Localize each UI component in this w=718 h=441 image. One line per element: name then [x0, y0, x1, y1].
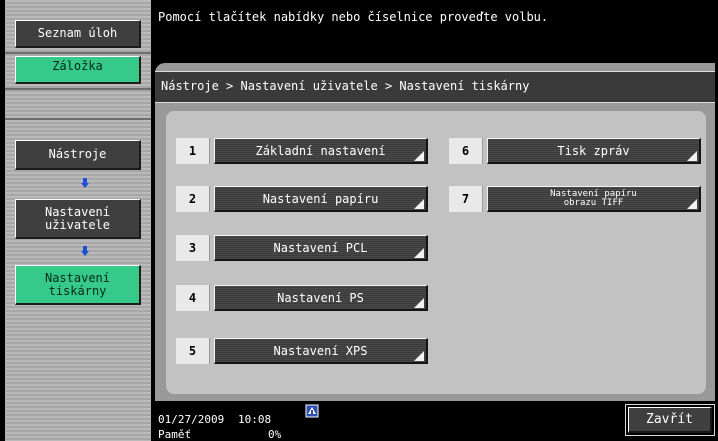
- menu-item-label: Tisk zpráv: [557, 143, 630, 158]
- tiff-paper-settings-button[interactable]: Nastavení papíru obrazu TIFF: [487, 186, 701, 212]
- print-reports-button[interactable]: Tisk zpráv: [487, 138, 701, 164]
- memory-label: Paměť: [158, 428, 192, 441]
- network-status-icon: [305, 404, 319, 418]
- menu-item-number: 2: [176, 186, 210, 212]
- job-list-button[interactable]: Seznam úloh: [15, 20, 141, 48]
- menu-item-number: 5: [176, 338, 210, 364]
- sidebar-divider: [5, 52, 151, 54]
- menu-item-number: 7: [449, 186, 483, 212]
- menu-item-label: Nastavení XPS: [273, 343, 368, 358]
- menu-item-number: 4: [176, 285, 210, 311]
- basic-settings-button[interactable]: Základní nastavení: [214, 138, 428, 164]
- corner-mark-icon: [687, 151, 697, 161]
- sidebar-divider: [5, 118, 151, 120]
- menu-item-label: Nastavení PCL: [273, 240, 368, 255]
- menu-item-label: Nastavení papíru: [262, 191, 379, 206]
- corner-mark-icon: [414, 351, 424, 361]
- step-printer-settings-button[interactable]: Nastavení tiskárny: [15, 265, 141, 305]
- instruction-message: Pomocí tlačítek nabídky nebo číselnice p…: [158, 10, 549, 24]
- footer-date: 01/27/2009: [158, 413, 225, 426]
- pcl-settings-button[interactable]: Nastavení PCL: [214, 235, 428, 261]
- breadcrumb-bar: Nástroje > Nastavení uživatele > Nastave…: [155, 71, 715, 103]
- step-user-settings-button[interactable]: Nastavení uživatele: [15, 199, 141, 239]
- paper-settings-button[interactable]: Nastavení papíru: [214, 186, 428, 212]
- corner-mark-icon: [414, 151, 424, 161]
- menu-item-label: Nastavení PS: [277, 290, 364, 305]
- corner-mark-icon: [414, 199, 424, 209]
- close-button[interactable]: Zavřít: [625, 404, 715, 436]
- corner-mark-icon: [414, 298, 424, 308]
- bookmark-tab[interactable]: Záložka: [15, 56, 141, 84]
- main-panel: Nástroje > Nastavení uživatele > Nastave…: [155, 63, 715, 401]
- xps-settings-button[interactable]: Nastavení XPS: [214, 338, 428, 364]
- footer-time: 10:08: [238, 413, 272, 426]
- memory-value: 0%: [268, 428, 282, 441]
- step-tools-button[interactable]: Nástroje: [15, 140, 141, 170]
- menu-item-label: Základní nastavení: [255, 143, 386, 158]
- menu-item-number: 1: [176, 138, 210, 164]
- breadcrumb: Nástroje > Nastavení uživatele > Nastave…: [161, 79, 530, 93]
- menu-area: 1 Základní nastavení 2 Nastavení papíru …: [166, 111, 706, 394]
- menu-item-label: Nastavení papíru obrazu TIFF: [550, 188, 637, 208]
- sidebar-divider: [5, 88, 151, 90]
- corner-mark-icon: [414, 248, 424, 258]
- corner-mark-icon: [687, 199, 697, 209]
- menu-item-number: 6: [449, 138, 483, 164]
- ps-settings-button[interactable]: Nastavení PS: [214, 285, 428, 311]
- menu-item-number: 3: [176, 235, 210, 261]
